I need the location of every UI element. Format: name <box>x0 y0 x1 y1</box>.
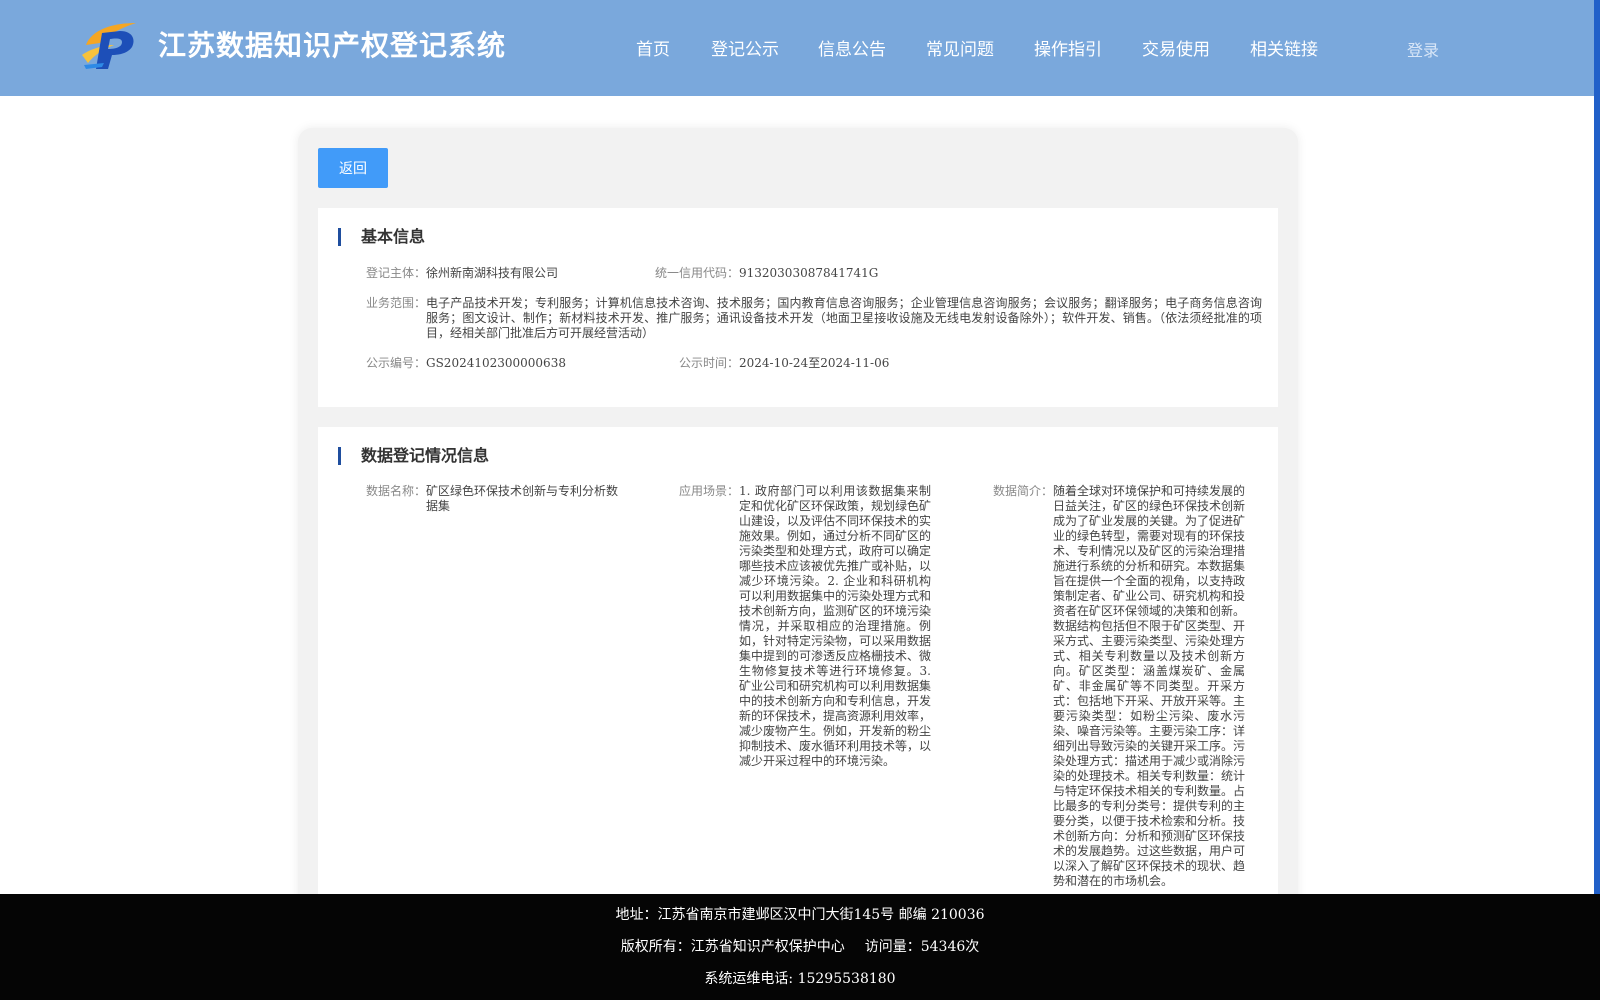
data-name-label: 数据名称： <box>366 484 427 498</box>
basic-info-title: 基本信息 <box>338 228 425 246</box>
subject-field: 登记主体： 徐州新南湖科技有限公司 <box>366 266 666 282</box>
right-edge-bar <box>1594 0 1600 896</box>
scene-value: 1. 政府部门可以利用该数据集来制定和优化矿区环保政策，规划绿色矿山建设，以及评… <box>739 484 932 768</box>
pub-time-value: 2024-10-24至2024-11-06 <box>739 356 890 370</box>
credit-code-field: 统一信用代码： 91320303087841741G <box>655 266 955 282</box>
credit-code-value: 91320303087841741G <box>739 266 879 280</box>
footer-phone: 系统运维电话: 15295538180 <box>704 971 896 987</box>
pub-time-label: 公示时间： <box>679 356 740 370</box>
credit-code-label: 统一信用代码： <box>655 266 740 280</box>
scene-label: 应用场景： <box>679 484 740 498</box>
scope-label: 业务范围： <box>366 296 427 310</box>
nav-item-guide[interactable]: 操作指引 <box>1034 35 1102 60</box>
detail-card: 返回 基本信息 登记主体： 徐州新南湖科技有限公司 统一信用代码： 913203… <box>298 128 1298 947</box>
footer-copyright: 版权所有：江苏省知识产权保护中心 <box>620 939 845 955</box>
footer-copyright-line: 版权所有：江苏省知识产权保护中心 访问量：54346次 <box>0 936 1600 956</box>
ip-logo-icon[interactable] <box>80 19 140 71</box>
pub-time-field: 公示时间： 2024-10-24至2024-11-06 <box>679 356 979 372</box>
site-title: 江苏数据知识产权登记系统 <box>158 29 507 62</box>
intro-field: 数据简介： 随着全球对环境保护和可持续发展的日益关注，矿区的绿色环保技术创新成为… <box>993 484 1263 894</box>
data-name-value: 矿区绿色环保技术创新与专利分析数据集 <box>426 484 619 513</box>
nav-item-registration-notice[interactable]: 登记公示 <box>711 35 779 60</box>
nav-item-links[interactable]: 相关链接 <box>1250 35 1318 60</box>
intro-label: 数据简介： <box>993 484 1054 498</box>
intro-value: 随着全球对环境保护和可持续发展的日益关注，矿区的绿色环保技术创新成为了矿业发展的… <box>1053 484 1246 888</box>
footer-address: 地址：江苏省南京市建邺区汉中门大街145号 邮编 210036 <box>615 907 985 923</box>
subject-value: 徐州新南湖科技有限公司 <box>426 266 559 280</box>
top-header: 江苏数据知识产权登记系统 首页 登记公示 信息公告 常见问题 操作指引 交易使用… <box>0 0 1594 96</box>
footer-visits: 访问量：54346次 <box>864 939 980 955</box>
nav-item-faq[interactable]: 常见问题 <box>926 35 994 60</box>
nav-item-home[interactable]: 首页 <box>636 35 670 60</box>
scope-value: 电子产品技术开发；专利服务；计算机信息技术咨询、技术服务；国内教育信息咨询服务；… <box>426 296 1262 340</box>
data-info-title: 数据登记情况信息 <box>338 447 489 465</box>
pub-no-field: 公示编号： GS2024102300000638 <box>366 356 666 372</box>
back-button[interactable]: 返回 <box>318 148 388 188</box>
data-info-panel: 数据登记情况信息 数据名称： 矿区绿色环保技术创新与专利分析数据集 应用场景： … <box>318 427 1278 947</box>
pub-no-label: 公示编号： <box>366 356 427 370</box>
page-footer: 地址：江苏省南京市建邺区汉中门大街145号 邮编 210036 版权所有：江苏省… <box>0 894 1600 1000</box>
data-name-field: 数据名称： 矿区绿色环保技术创新与专利分析数据集 <box>366 484 626 524</box>
nav-item-trading[interactable]: 交易使用 <box>1142 35 1210 60</box>
nav-item-announcements[interactable]: 信息公告 <box>818 35 886 60</box>
basic-info-panel: 基本信息 登记主体： 徐州新南湖科技有限公司 统一信用代码： 913203030… <box>318 208 1278 407</box>
subject-label: 登记主体： <box>366 266 427 280</box>
login-link[interactable]: 登录 <box>1407 37 1439 61</box>
pub-no-value: GS2024102300000638 <box>426 356 566 370</box>
scope-field: 业务范围： 电子产品技术开发；专利服务；计算机信息技术咨询、技术服务；国内教育信… <box>366 296 1266 344</box>
scene-field: 应用场景： 1. 政府部门可以利用该数据集来制定和优化矿区环保政策，规划绿色矿山… <box>679 484 939 774</box>
